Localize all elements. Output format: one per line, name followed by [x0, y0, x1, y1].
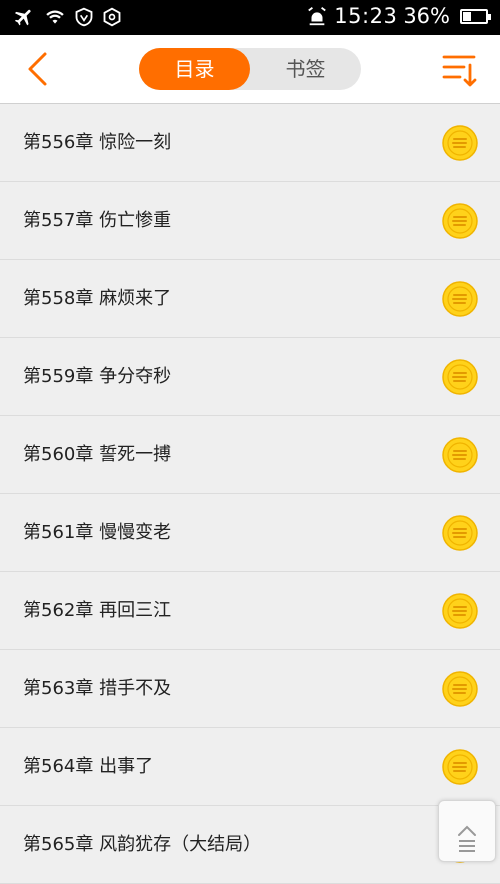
airplane-icon	[14, 9, 31, 26]
chapter-row[interactable]: 第556章 惊险一刻	[0, 104, 500, 182]
wifi-icon	[46, 10, 64, 24]
chapter-title: 第563章 措手不及	[23, 678, 172, 699]
coin-icon	[442, 359, 478, 395]
coin-icon	[442, 437, 478, 473]
battery-percent: 36%	[403, 4, 450, 28]
status-bar: 15:23 36%	[0, 0, 500, 35]
chapter-list: 第556章 惊险一刻 第557章 伤亡惨重 第558章 麻烦来了 第559章 争…	[0, 104, 500, 884]
coin-icon	[442, 671, 478, 707]
toc-header: 目录 书签	[0, 35, 500, 104]
scroll-icon	[458, 825, 476, 852]
chapter-title: 第557章 伤亡惨重	[23, 210, 172, 231]
shield-icon	[75, 7, 93, 27]
clock: 15:23	[334, 4, 398, 28]
chapter-title: 第558章 麻烦来了	[23, 288, 172, 309]
coin-icon	[442, 203, 478, 239]
coin-icon	[442, 125, 478, 161]
segment-control: 目录 书签	[139, 48, 361, 90]
chapter-row[interactable]: 第563章 措手不及	[0, 650, 500, 728]
chapter-row[interactable]: 第561章 慢慢变老	[0, 494, 500, 572]
chapter-row[interactable]: 第560章 誓死一搏	[0, 416, 500, 494]
chapter-title: 第560章 誓死一搏	[23, 444, 172, 465]
coin-icon	[442, 593, 478, 629]
chapter-row[interactable]: 第558章 麻烦来了	[0, 260, 500, 338]
chapter-title: 第562章 再回三江	[23, 600, 172, 621]
coin-icon	[442, 749, 478, 785]
battery-icon	[460, 8, 491, 24]
chapter-title: 第565章 风韵犹存（大结局）	[23, 834, 262, 855]
sort-icon[interactable]	[440, 51, 480, 91]
chapter-row[interactable]: 第557章 伤亡惨重	[0, 182, 500, 260]
alarm-icon	[308, 7, 327, 26]
shield-icon	[103, 7, 121, 27]
chapter-row[interactable]: 第559章 争分夺秒	[0, 338, 500, 416]
tab-toc[interactable]: 目录	[139, 48, 250, 90]
chapter-row[interactable]: 第562章 再回三江	[0, 572, 500, 650]
coin-icon	[442, 281, 478, 317]
tab-bookmarks[interactable]: 书签	[250, 48, 361, 90]
chapter-title: 第561章 慢慢变老	[23, 522, 172, 543]
chapter-row[interactable]: 第564章 出事了	[0, 728, 500, 806]
chapter-title: 第556章 惊险一刻	[23, 132, 172, 153]
coin-icon	[442, 515, 478, 551]
chapter-row[interactable]: 第565章 风韵犹存（大结局）	[0, 806, 500, 884]
chapter-title: 第559章 争分夺秒	[23, 366, 172, 387]
scroll-control[interactable]	[438, 800, 496, 862]
back-icon[interactable]	[20, 49, 60, 89]
chapter-title: 第564章 出事了	[23, 756, 154, 777]
